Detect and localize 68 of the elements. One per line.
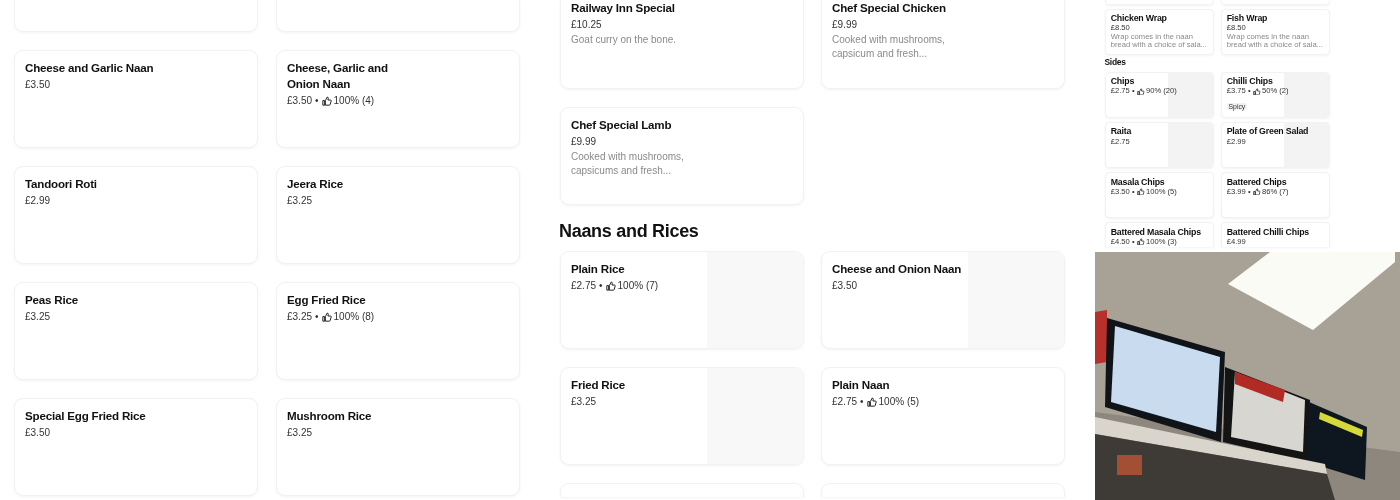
menu-card[interactable]: Peas Rice £3.25	[14, 282, 258, 380]
menu-card[interactable]: Egg Fried Rice £3.25 • 100% (8)	[276, 282, 520, 380]
item-rating: 100% (4)	[333, 94, 375, 108]
menu-card[interactable]: Chef Special Chicken £9.99 Cooked with mushrooms, capsicum and fresh...	[821, 0, 1065, 89]
menu-card[interactable]: Tandoori Roti £2.99	[14, 166, 258, 264]
item-name: Chips	[1110, 77, 1135, 87]
item-price: £3.25	[571, 395, 597, 409]
section-heading: Naans and Rices	[559, 220, 699, 243]
item-name: Plain Naan	[832, 377, 890, 393]
menu-card[interactable]: Fried Rice £3.25	[560, 367, 804, 465]
item-name: Raita	[1110, 127, 1132, 137]
item-price: £9.99	[832, 18, 858, 32]
item-description: Cooked with mushrooms, capsicums and fresh...	[571, 150, 685, 178]
menu-card[interactable]: Chef Special Lamb £9.99 Cooked with mushrooms, capsicums and fresh...	[560, 107, 804, 205]
separator-dot: •	[860, 395, 864, 409]
item-price: £3.50	[25, 78, 51, 92]
item-description: Cooked with mushrooms, capsicum and fresh...	[832, 33, 946, 61]
menu-card[interactable]: Jeera Rice £3.25	[276, 166, 520, 264]
item-price: £10.25	[571, 18, 602, 32]
item-name: Masala Chips	[1110, 177, 1165, 187]
item-name: Peas Rice	[25, 292, 78, 308]
item-price: £3.50	[25, 426, 51, 440]
item-name: Battered Chips	[1226, 177, 1287, 187]
item-name: Fried Rice	[571, 377, 626, 393]
item-price: £3.25	[287, 310, 313, 324]
item-name: Chef Special Lamb	[571, 117, 672, 133]
item-price: £3.25	[287, 194, 313, 208]
menu-card[interactable]: Railway Inn Special £10.25 Goat curry on the bone.	[560, 0, 804, 89]
item-name: Railway Inn Special	[571, 0, 675, 16]
item-name: Cheese and Garlic Naan	[25, 60, 154, 76]
item-description: Goat curry on the bone.	[571, 33, 678, 47]
item-name: Jeera Rice	[287, 176, 343, 192]
menu-card[interactable]: Special Egg Fried Rice £3.50	[14, 398, 258, 496]
item-name: Chicken Wrap	[1110, 14, 1167, 24]
item-price: £3.25	[25, 310, 51, 324]
item-rating: 100% (8)	[333, 310, 375, 324]
item-price: £9.99	[571, 135, 597, 149]
item-name: Plate of Green Salad	[1226, 127, 1309, 137]
menu-card[interactable]: Cheese, Garlic and Onion Naan £3.50 • 100% (4)	[276, 50, 520, 148]
item-name: Battered Masala Chips	[1110, 227, 1201, 237]
menu-card[interactable]: Cheese and Onion Naan £3.50	[821, 251, 1065, 349]
item-name: Chef Special Chicken	[832, 0, 946, 16]
item-name: Special Egg Fried Rice	[25, 408, 146, 424]
item-name: Chilli Chips	[1226, 77, 1273, 87]
item-price: £3.25	[287, 426, 313, 440]
item-price: £3.50	[287, 94, 313, 108]
item-rating: 100% (5)	[878, 395, 920, 409]
separator-dot: •	[315, 310, 319, 324]
menu-card[interactable]: Mushroom Rice £3.25	[276, 398, 520, 496]
item-name: Cheese and Onion Naan	[832, 261, 962, 277]
item-price: £3.50	[832, 279, 858, 293]
item-name: Plain Rice	[571, 261, 625, 277]
item-price: £2.75	[832, 395, 858, 409]
menu-card[interactable]: Cheese and Garlic Naan £3.50	[14, 50, 258, 148]
section-heading: Sides	[1104, 57, 1126, 69]
item-name: Tandoori Roti	[25, 176, 97, 192]
item-name: Cheese, Garlic and Onion Naan	[287, 60, 389, 92]
item-name: Battered Chilli Chips	[1226, 227, 1309, 237]
item-name: Egg Fried Rice	[287, 292, 366, 308]
item-price: £2.99	[25, 194, 51, 208]
item-rating: 100% (7)	[617, 279, 659, 293]
item-name: Mushroom Rice	[287, 408, 372, 424]
menu-card[interactable]: Plain Naan £2.75 • 100% (5)	[821, 367, 1065, 465]
separator-dot: •	[315, 94, 319, 108]
item-price: £2.75	[571, 279, 597, 293]
item-name: Fish Wrap	[1226, 14, 1268, 24]
separator-dot: •	[599, 279, 603, 293]
menu-card[interactable]: Plain Rice £2.75 • 100% (7)	[560, 251, 804, 349]
